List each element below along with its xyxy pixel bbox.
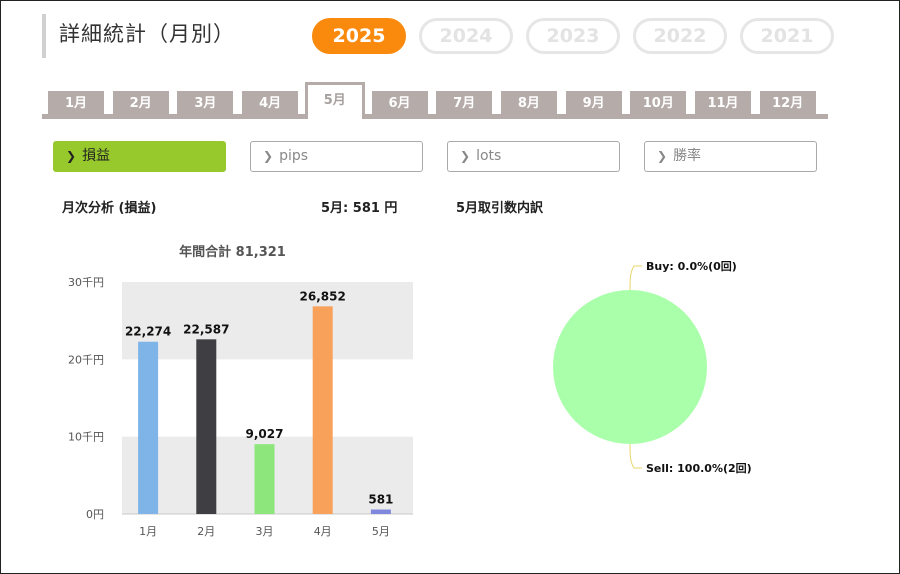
bar-value-label: 9,027 <box>246 427 284 441</box>
bar-value-label: 22,587 <box>183 322 229 336</box>
bar-1月[interactable] <box>138 341 159 514</box>
year-button-2023[interactable]: 2023 <box>526 18 620 54</box>
y-tick-label: 0円 <box>86 508 104 521</box>
year-button-2021[interactable]: 2021 <box>740 18 834 54</box>
pie-label-sell: Sell: 100.0%(2回) <box>646 461 752 475</box>
tab-month-7[interactable]: 7月 <box>436 91 493 117</box>
bar-3月[interactable] <box>254 444 275 514</box>
page-title: 詳細統計（月別） <box>42 14 235 58</box>
tab-month-6[interactable]: 6月 <box>371 91 428 117</box>
leader-line-buy <box>629 265 642 291</box>
leader-line-sell <box>629 443 642 469</box>
bar-value-label: 581 <box>368 493 393 507</box>
x-tick-label: 3月 <box>256 525 274 538</box>
pie-slice-1[interactable] <box>553 290 707 444</box>
tab-month-11[interactable]: 11月 <box>695 91 751 117</box>
x-tick-label: 5月 <box>372 525 390 538</box>
section-label: 月次分析 (損益) <box>62 201 157 216</box>
chart-title: 年間合計 81,321 <box>179 244 286 260</box>
bar-value-label: 26,852 <box>300 289 346 303</box>
breakdown-label: 5月取引数内訳 <box>456 201 544 216</box>
year-selector: 2025 2024 2023 2022 2021 <box>312 18 834 54</box>
bar-4月[interactable] <box>312 306 333 514</box>
x-tick-label: 4月 <box>314 525 332 538</box>
y-tick-label: 30千円 <box>68 276 104 289</box>
bar-2月[interactable] <box>196 339 217 514</box>
year-button-2024[interactable]: 2024 <box>419 18 513 54</box>
month-value: 5月: 581 円 <box>321 201 398 216</box>
year-button-2025[interactable]: 2025 <box>312 18 406 54</box>
metric-button-2[interactable]: ❯ lots <box>447 141 620 172</box>
chevron-right-icon: ❯ <box>657 149 668 163</box>
bar-value-label: 22,274 <box>125 325 171 339</box>
tab-month-9[interactable]: 9月 <box>565 91 622 117</box>
metric-button-1[interactable]: ❯ pips <box>250 141 423 172</box>
monthly-bar-chart: 年間合計 81,321 0円 10千円 20千円 30千円 22,274 1月 22,587 2… <box>68 244 413 538</box>
metric-label: lots <box>476 148 502 164</box>
tab-month-4[interactable]: 4月 <box>242 91 299 117</box>
grid-band <box>122 282 413 360</box>
chevron-right-icon: ❯ <box>263 149 274 163</box>
x-tick-label: 1月 <box>139 525 157 538</box>
bar-5月[interactable] <box>370 509 391 514</box>
pie-label-buy: Buy: 0.0%(0回) <box>646 259 737 273</box>
tab-month-12[interactable]: 12月 <box>759 91 816 117</box>
y-tick-label: 20千円 <box>68 353 104 366</box>
tab-month-10[interactable]: 10月 <box>630 91 687 117</box>
metric-button-3[interactable]: ❯ 勝率 <box>644 141 817 172</box>
metric-label: 勝率 <box>673 148 702 164</box>
year-button-2022[interactable]: 2022 <box>633 18 727 54</box>
trade-breakdown-pie-chart: Buy: 0.0%(0回) Sell: 100.0%(2回) <box>553 259 752 475</box>
tab-month-3[interactable]: 3月 <box>177 91 234 117</box>
month-tabs: 1月 2月 3月 4月 5月 6月 7月 8月 9月 10月 11月 12月 <box>42 82 828 119</box>
metric-label: pips <box>279 148 309 164</box>
metric-label: 損益 <box>82 148 111 164</box>
tab-month-5[interactable]: 5月 <box>304 82 365 119</box>
chevron-right-icon: ❯ <box>460 149 471 163</box>
tab-month-8[interactable]: 8月 <box>500 91 557 117</box>
y-tick-label: 10千円 <box>68 431 104 444</box>
tab-month-1[interactable]: 1月 <box>48 91 104 117</box>
chevron-right-icon: ❯ <box>66 149 77 163</box>
x-tick-label: 2月 <box>197 525 215 538</box>
tab-month-2[interactable]: 2月 <box>112 91 169 117</box>
metric-button-0[interactable]: ❯ 損益 <box>53 141 226 172</box>
